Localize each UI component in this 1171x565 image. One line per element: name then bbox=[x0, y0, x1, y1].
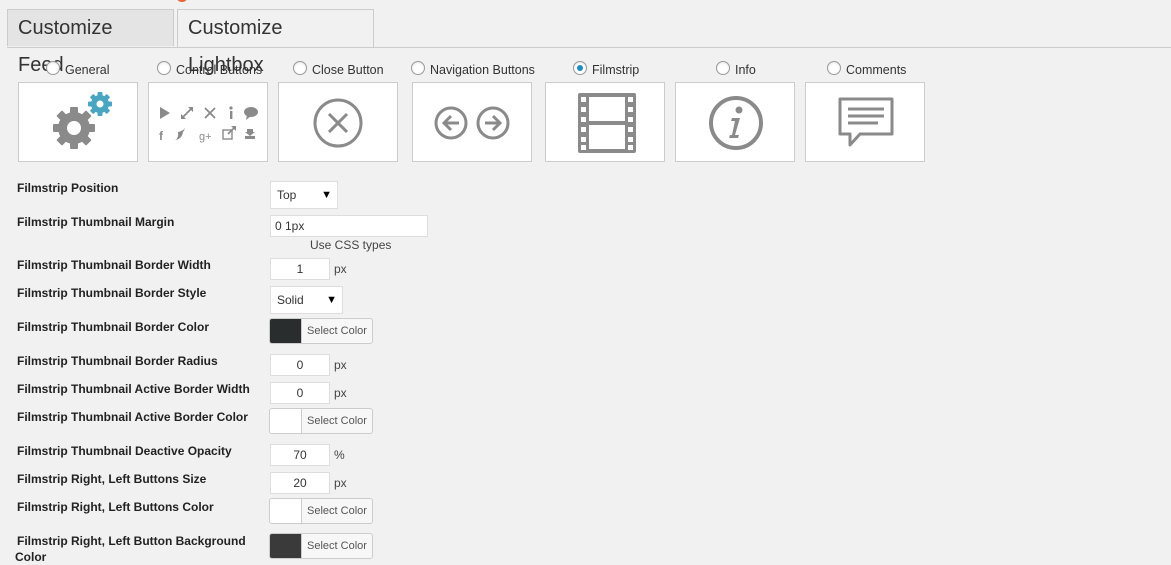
button-background-color-label: Filmstrip Right, Left Button Background bbox=[17, 534, 246, 548]
chevron-down-icon: ▼ bbox=[326, 294, 337, 306]
option-comments-label: Comments bbox=[846, 63, 907, 77]
select-color-label: Select Color bbox=[307, 505, 367, 517]
svg-text:f: f bbox=[159, 129, 164, 143]
active-border-color-picker-button[interactable]: Select Color bbox=[269, 408, 373, 434]
thumbnail-border-radius-label: Filmstrip Thumbnail Border Radius bbox=[17, 354, 218, 368]
general-radio[interactable] bbox=[46, 61, 60, 75]
comments-radio[interactable] bbox=[827, 61, 841, 75]
select-color-label: Select Color bbox=[307, 540, 367, 552]
thumbnail-border-style-select[interactable]: Solid ▼ bbox=[270, 286, 343, 314]
tab-customize-lightbox[interactable]: Customize Lightbox bbox=[177, 9, 374, 76]
active-border-width-input[interactable]: 0 bbox=[270, 382, 330, 404]
deactive-opacity-label: Filmstrip Thumbnail Deactive Opacity bbox=[17, 444, 232, 458]
border-color-swatch bbox=[270, 319, 302, 343]
tab-customize-feed[interactable]: Customize Feed bbox=[7, 9, 174, 76]
close-circle-icon bbox=[313, 98, 363, 148]
filmstrip-icon bbox=[578, 93, 636, 153]
info-icon bbox=[709, 96, 763, 150]
option-control-buttons-label: Control Buttons bbox=[176, 63, 263, 77]
comments-image-box[interactable] bbox=[805, 82, 925, 162]
border-style-value: Solid bbox=[277, 293, 304, 307]
filmstrip-position-value: Top bbox=[277, 188, 297, 202]
thumbnail-border-style-label: Filmstrip Thumbnail Border Style bbox=[17, 286, 207, 300]
thumbnail-margin-label: Filmstrip Thumbnail Margin bbox=[17, 215, 175, 229]
deactive-opacity-input[interactable]: 70 bbox=[270, 444, 330, 466]
active-border-color-swatch bbox=[270, 409, 302, 433]
thumbnail-border-width-label: Filmstrip Thumbnail Border Width bbox=[17, 258, 211, 272]
active-border-width-unit: px bbox=[334, 386, 347, 400]
navigation-buttons-radio[interactable] bbox=[411, 61, 425, 75]
select-color-label: Select Color bbox=[307, 325, 367, 337]
border-radius-unit: px bbox=[334, 358, 347, 372]
border-color-picker-button[interactable]: Select Color bbox=[269, 318, 373, 344]
button-background-color-picker-button[interactable]: Select Color bbox=[269, 533, 373, 559]
navigation-buttons-image-box[interactable] bbox=[412, 82, 532, 162]
arrows-icon bbox=[434, 106, 510, 140]
button-background-color-swatch bbox=[270, 534, 302, 558]
option-general-label: General bbox=[65, 63, 110, 77]
buttons-color-swatch bbox=[270, 499, 302, 523]
close-button-image-box[interactable] bbox=[278, 82, 398, 162]
filmstrip-radio[interactable] bbox=[573, 61, 587, 75]
thumbnail-border-radius-input[interactable]: 0 bbox=[270, 354, 330, 376]
select-color-label: Select Color bbox=[307, 415, 367, 427]
thumbnail-margin-input[interactable]: 0 1px bbox=[270, 215, 428, 237]
filmstrip-position-label: Filmstrip Position bbox=[17, 181, 119, 195]
comment-icon bbox=[838, 97, 894, 147]
thumbnail-border-color-label: Filmstrip Thumbnail Border Color bbox=[17, 320, 210, 334]
filmstrip-image-box[interactable] bbox=[545, 82, 665, 162]
info-image-box[interactable] bbox=[675, 82, 795, 162]
svg-text:g+: g+ bbox=[199, 131, 212, 143]
button-background-color-label-line2: Color bbox=[15, 550, 47, 564]
control-buttons-radio[interactable] bbox=[157, 61, 171, 75]
control-buttons-image-box[interactable]: f g+ bbox=[148, 82, 268, 162]
border-width-unit: px bbox=[334, 262, 347, 276]
tab-panel-border bbox=[7, 47, 1171, 48]
active-border-width-label: Filmstrip Thumbnail Active Border Width bbox=[17, 382, 250, 396]
control-buttons-icon: f g+ bbox=[159, 106, 258, 143]
opacity-unit: % bbox=[334, 448, 345, 462]
close-button-radio[interactable] bbox=[293, 61, 307, 75]
option-info-label: Info bbox=[735, 63, 756, 77]
buttons-size-label: Filmstrip Right, Left Buttons Size bbox=[17, 472, 207, 486]
option-close-button-label: Close Button bbox=[312, 63, 384, 77]
chevron-down-icon: ▼ bbox=[321, 189, 332, 201]
active-border-color-label: Filmstrip Thumbnail Active Border Color bbox=[17, 410, 248, 424]
css-types-hint: Use CSS types bbox=[310, 238, 392, 252]
thumbnail-border-width-input[interactable]: 1 bbox=[270, 258, 330, 280]
option-navigation-buttons-label: Navigation Buttons bbox=[430, 63, 535, 77]
buttons-color-picker-button[interactable]: Select Color bbox=[269, 498, 373, 524]
gears-icon bbox=[53, 92, 112, 149]
top-accent-decoration bbox=[176, 0, 188, 2]
buttons-size-unit: px bbox=[334, 476, 347, 490]
info-radio[interactable] bbox=[716, 61, 730, 75]
general-image-box[interactable] bbox=[18, 82, 138, 162]
filmstrip-position-select[interactable]: Top ▼ bbox=[270, 181, 338, 209]
buttons-color-label: Filmstrip Right, Left Buttons Color bbox=[17, 500, 214, 514]
buttons-size-input[interactable]: 20 bbox=[270, 472, 330, 494]
option-filmstrip-label: Filmstrip bbox=[592, 63, 640, 77]
